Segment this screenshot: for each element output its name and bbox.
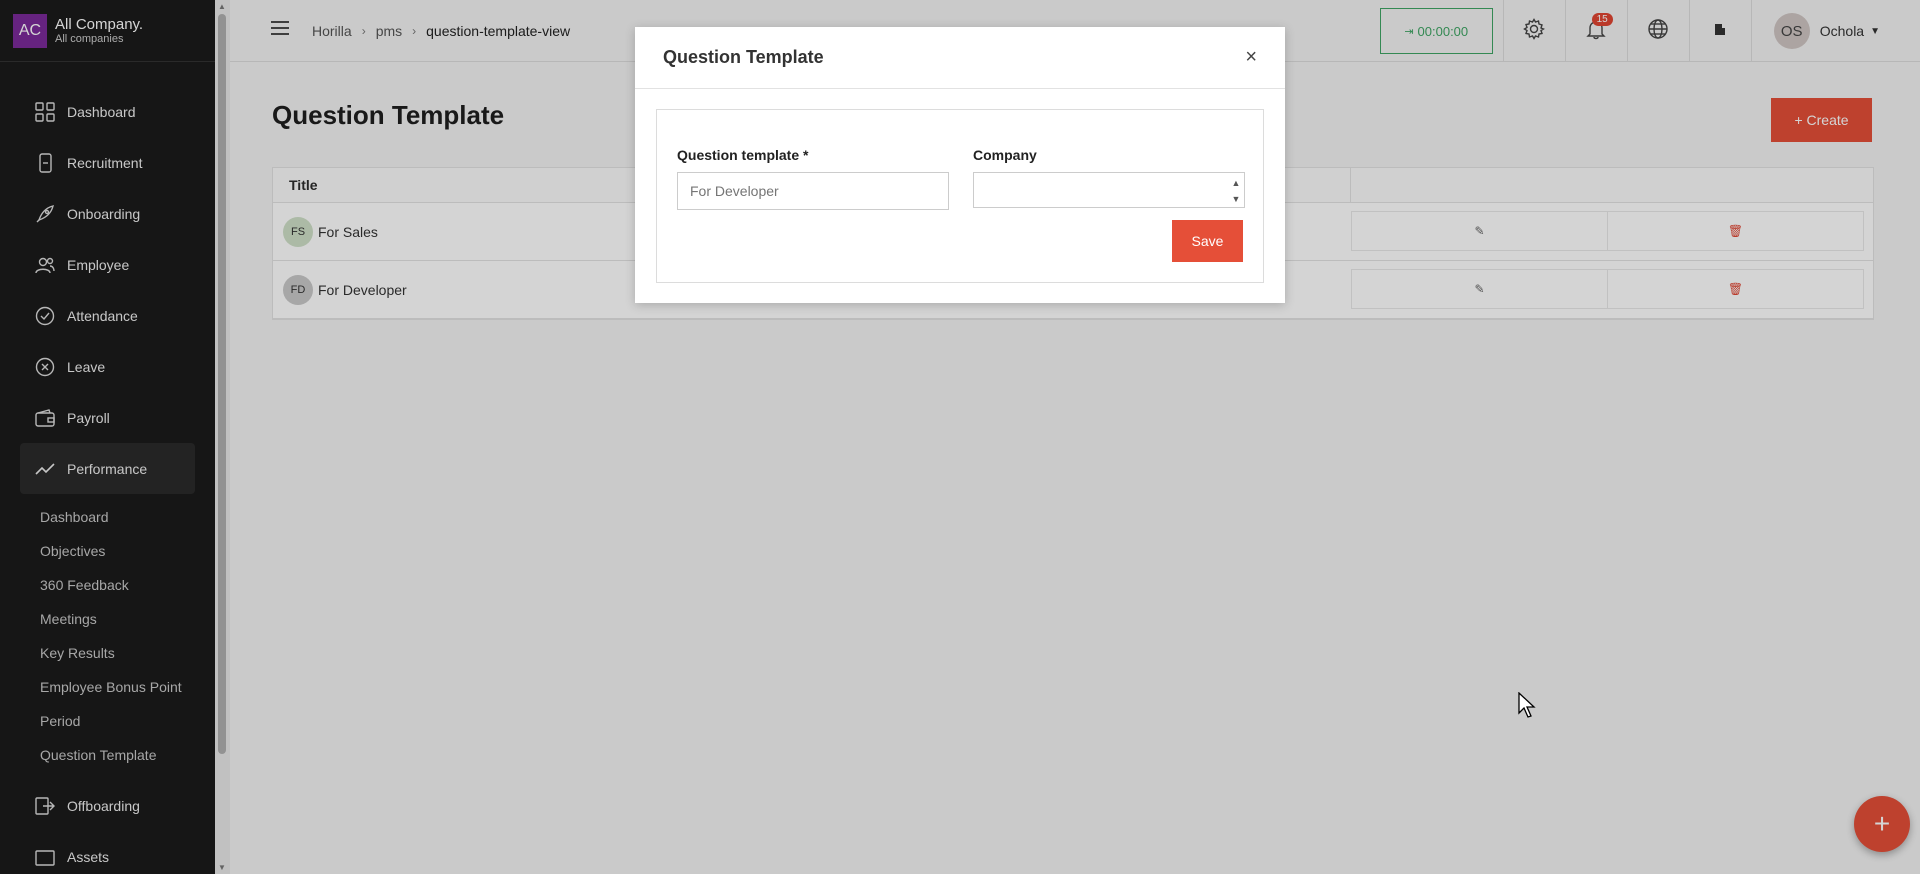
save-button[interactable]: Save	[1172, 220, 1243, 262]
question-template-label: Question template *	[677, 147, 809, 163]
company-field[interactable]: ▲ ▼	[973, 172, 1245, 208]
stepper-icon[interactable]: ▲ ▼	[1230, 175, 1242, 207]
modal-form: Question template * Company ▲▼ Save	[656, 109, 1264, 283]
question-template-input[interactable]	[677, 172, 949, 210]
mouse-cursor-icon	[1518, 691, 1538, 725]
close-icon[interactable]: ×	[1245, 47, 1257, 67]
modal-title: Question Template	[663, 47, 824, 67]
company-label: Company	[973, 147, 1037, 163]
modal-header: Question Template ×	[635, 27, 1285, 89]
question-template-modal: Question Template × Question template * …	[635, 27, 1285, 303]
